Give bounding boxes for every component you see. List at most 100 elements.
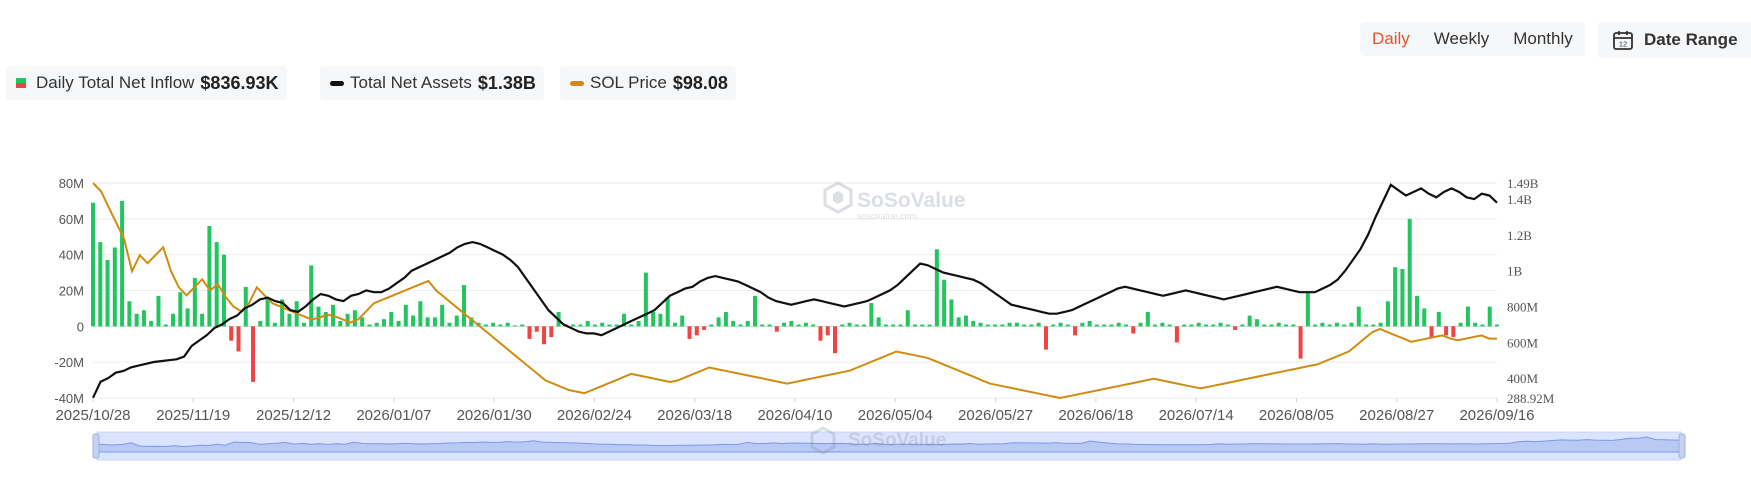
legend-item-inflow[interactable]: Daily Total Net Inflow $836.93K	[6, 66, 287, 100]
inflow-bar	[1407, 218, 1412, 327]
inflow-bar	[1000, 324, 1005, 327]
inflow-bar	[120, 200, 125, 327]
inflow-bar	[251, 326, 256, 382]
period-daily-button[interactable]: Daily	[1360, 22, 1422, 56]
slider-handle-left[interactable]	[92, 433, 100, 459]
inflow-bar	[636, 320, 641, 327]
inflow-bar	[1182, 324, 1187, 327]
x-tick-label: 2026/08/27	[1359, 407, 1434, 424]
inflow-bar	[1269, 324, 1274, 327]
y-right-tick-label: 800M	[1507, 300, 1539, 315]
inflow-bar	[847, 322, 852, 327]
inflow-bar	[774, 326, 779, 332]
inflow-bar	[381, 319, 386, 327]
legend-item-sol[interactable]: SOL Price $98.08	[560, 66, 736, 100]
legend-assets-label: Total Net Assets	[350, 73, 472, 92]
calendar-day-text: 12	[1619, 40, 1627, 49]
inflow-bar	[287, 313, 292, 327]
inflow-bar	[898, 324, 903, 327]
inflow-bar	[876, 317, 881, 327]
inflow-bar	[1356, 306, 1361, 327]
inflow-bar	[185, 308, 190, 327]
inflow-bar	[1174, 326, 1179, 343]
x-tick-label: 2026/03/18	[657, 407, 732, 424]
legend-inflow-label: Daily Total Net Inflow	[36, 73, 195, 92]
period-monthly-button[interactable]: Monthly	[1501, 22, 1585, 56]
inflow-bar	[1371, 324, 1376, 327]
inflow-bar	[1102, 324, 1107, 327]
y-axis-left: 80M 60M 40M 20M 0 -20M -40M	[54, 176, 84, 406]
inflow-bar	[782, 322, 787, 327]
inflow-bar	[913, 324, 918, 327]
inflow-bar	[622, 313, 627, 327]
inflow-bar	[1247, 315, 1252, 327]
inflow-bar	[1291, 324, 1296, 327]
inflow-bar	[825, 326, 830, 336]
inflow-bar	[127, 301, 132, 327]
inflow-bar	[1160, 322, 1165, 327]
watermark-subtext: sosovalue.com	[857, 211, 917, 221]
inflow-bar	[1094, 324, 1099, 327]
inflow-bar	[229, 326, 234, 341]
inflow-bar	[1465, 306, 1470, 327]
inflow-bar	[1080, 322, 1085, 327]
inflow-bar	[1087, 320, 1092, 327]
inflow-bar	[171, 313, 176, 327]
inflow-bar	[883, 324, 888, 327]
inflow-bar	[709, 324, 714, 327]
inflow-bar	[1196, 322, 1201, 327]
inflow-bar	[1014, 322, 1019, 327]
period-weekly-button[interactable]: Weekly	[1422, 22, 1501, 56]
inflow-bar	[98, 242, 103, 327]
slider-track[interactable]	[96, 431, 1682, 461]
inflow-bar	[403, 304, 408, 327]
inflow-bar	[1342, 324, 1347, 327]
inflow-bar	[920, 324, 925, 327]
inflow-bar	[862, 324, 867, 327]
inflow-bar	[811, 324, 816, 327]
inflow-bar	[1298, 326, 1303, 359]
inflow-bar	[469, 317, 474, 327]
slider-watermark-text: SoSoValue	[848, 430, 946, 451]
inflow-bar	[505, 322, 510, 327]
inflow-bar	[607, 324, 612, 327]
x-tick-label: 2025/10/28	[55, 407, 130, 424]
inflow-bar	[1240, 324, 1245, 327]
inflow-bar	[476, 322, 481, 327]
inflow-bar	[498, 324, 503, 327]
inflow-bar	[833, 326, 838, 354]
inflow-bar	[338, 320, 343, 327]
inflow-bar	[1036, 322, 1041, 327]
x-tick-label: 2026/01/07	[356, 407, 431, 424]
inflow-bar	[1494, 324, 1500, 327]
inflow-bar	[651, 312, 656, 327]
inflow-bar	[956, 317, 961, 327]
legend-sol-label: SOL Price	[590, 73, 667, 92]
inflow-bar	[985, 324, 990, 327]
inflow-bar	[90, 202, 96, 327]
inflow-bar	[309, 265, 314, 327]
y-right-tick-label: 1.2B	[1507, 228, 1532, 243]
inflow-bar	[149, 320, 154, 327]
x-tick-label: 2025/12/12	[256, 407, 331, 424]
x-tick-label: 2026/06/18	[1058, 407, 1133, 424]
inflow-bar	[1153, 324, 1158, 327]
y-left-tick-label: -20M	[54, 355, 84, 370]
slider-preview-line	[96, 436, 1682, 453]
inflow-bar	[1218, 322, 1223, 327]
slider-handle-right[interactable]	[1678, 433, 1686, 459]
inflow-bar	[294, 301, 299, 327]
slider-watermark: SoSoValue	[810, 426, 946, 455]
y-right-tick-label: 600M	[1507, 335, 1539, 350]
y-right-tick-label: 400M	[1507, 371, 1539, 386]
zoom-slider[interactable]: SoSoValue	[92, 426, 1686, 461]
sosovalue-logo-icon	[823, 181, 853, 214]
inflow-bar	[869, 303, 874, 327]
legend-item-assets[interactable]: Total Net Assets $1.38B	[320, 66, 544, 100]
inflow-bar	[963, 315, 968, 327]
inflow-bar	[272, 322, 277, 327]
y-right-tick-label: 1.49B	[1507, 176, 1539, 191]
date-range-button[interactable]: 12 Date Range	[1598, 22, 1751, 58]
y-right-tick-label: 1B	[1507, 264, 1523, 279]
watermark-text: SoSoValue	[857, 189, 966, 212]
